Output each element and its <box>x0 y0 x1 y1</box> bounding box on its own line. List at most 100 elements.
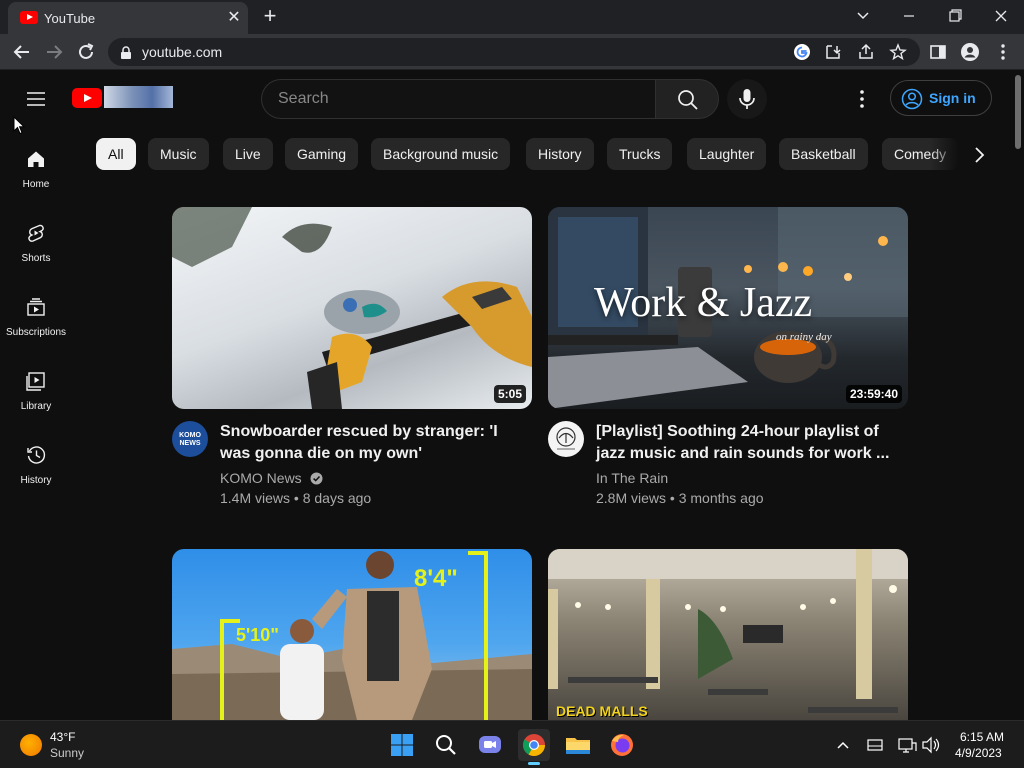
chevron-up-icon <box>837 741 849 749</box>
more-vertical-icon <box>860 90 864 108</box>
channel-name-row[interactable]: KOMO News <box>220 470 323 486</box>
taskbar-chat-button[interactable] <box>474 729 506 761</box>
hamburger-menu-icon[interactable] <box>24 89 48 109</box>
folder-icon <box>566 738 590 754</box>
search-icon <box>436 735 456 755</box>
chip-live[interactable]: Live <box>223 138 273 170</box>
dead-mall-graphic <box>548 549 908 713</box>
chip-music[interactable]: Music <box>148 138 209 170</box>
account-circle-icon <box>901 88 923 110</box>
chip-fade <box>930 127 966 183</box>
side-panel-button[interactable] <box>928 42 948 62</box>
reload-button[interactable] <box>74 40 98 64</box>
video-thumbnail[interactable]: 5:05 <box>172 207 532 409</box>
profile-button[interactable] <box>960 42 980 62</box>
chip-trucks[interactable]: Trucks <box>607 138 673 170</box>
display-icon <box>867 739 883 751</box>
thumbnail-overlay-text: 5'10" <box>236 625 279 645</box>
tray-volume-button[interactable] <box>920 731 942 759</box>
firefox-icon <box>611 734 633 756</box>
close-icon <box>995 10 1007 22</box>
address-bar[interactable]: youtube.com <box>108 38 920 66</box>
browser-tab-strip: YouTube ✕ + <box>0 0 1024 34</box>
channel-avatar[interactable]: KOMO NEWS <box>172 421 208 457</box>
windows-logo-icon <box>391 734 413 756</box>
tab-title: YouTube <box>44 11 96 26</box>
youtube-doodle-image[interactable] <box>104 86 173 108</box>
chip-bar: All Music Live Gaming Background music H… <box>0 127 960 183</box>
install-icon <box>826 45 841 59</box>
taskbar-firefox-button[interactable] <box>606 729 638 761</box>
taskbar-chrome-button[interactable] <box>518 729 550 765</box>
chip-laughter[interactable]: Laughter <box>687 138 767 170</box>
chip-all[interactable]: All <box>96 138 136 170</box>
minimize-button[interactable] <box>894 4 924 28</box>
profile-icon <box>961 43 979 61</box>
more-vertical-icon <box>1001 44 1005 60</box>
tray-display-button[interactable] <box>864 731 886 759</box>
tab-youtube[interactable]: YouTube ✕ <box>8 2 248 34</box>
video-title[interactable]: [Playlist] Soothing 24-hour playlist of … <box>596 421 896 465</box>
page-scrollbar[interactable] <box>1012 71 1024 720</box>
guide-label: History <box>20 475 52 486</box>
close-tab-button[interactable]: ✕ <box>224 8 244 28</box>
scrollbar-thumb[interactable] <box>1015 75 1021 149</box>
google-icon <box>794 44 810 60</box>
left-guide: Home Shorts Subscriptions Library Histor… <box>0 127 72 720</box>
start-button[interactable] <box>386 729 418 761</box>
weather-temperature: 43°F <box>50 730 76 744</box>
forward-button[interactable] <box>42 40 66 64</box>
video-title[interactable]: Snowboarder rescued by stranger: 'I was … <box>220 421 520 465</box>
video-thumbnail[interactable]: 8'4" 5'10" <box>172 549 532 720</box>
youtube-header: Sign in <box>0 71 1012 127</box>
minimize-icon <box>904 15 914 17</box>
bookmark-button[interactable] <box>889 43 907 61</box>
new-tab-button[interactable]: + <box>258 5 282 29</box>
snow-scene-graphic <box>172 207 532 409</box>
umbrella-logo-icon <box>556 427 576 450</box>
thumbnail-overlay-text: 8'4" <box>414 565 458 592</box>
close-window-button[interactable] <box>986 4 1016 28</box>
channel-avatar[interactable] <box>548 421 584 457</box>
chip-history[interactable]: History <box>526 138 594 170</box>
chips-next-button[interactable] <box>966 142 992 168</box>
search-box[interactable] <box>261 79 656 119</box>
sun-icon <box>20 734 42 756</box>
share-icon <box>859 43 873 59</box>
chip-background-music[interactable]: Background music <box>371 138 511 170</box>
channel-name[interactable]: In The Rain <box>596 470 668 486</box>
share-button[interactable] <box>857 43 875 61</box>
taskbar-file-explorer-button[interactable] <box>562 729 594 761</box>
back-button[interactable] <box>10 40 34 64</box>
tab-search-button[interactable] <box>848 4 878 28</box>
video-thumbnail[interactable]: DEAD MALLS <box>548 549 908 720</box>
verified-check-icon <box>310 472 323 485</box>
chip-gaming[interactable]: Gaming <box>285 138 359 170</box>
install-app-button[interactable] <box>824 43 842 61</box>
tray-network-button[interactable] <box>896 731 918 759</box>
subscriptions-icon <box>27 298 45 316</box>
search-button[interactable] <box>655 79 719 119</box>
settings-more-button[interactable] <box>850 87 874 111</box>
history-icon <box>27 446 46 464</box>
google-lens-button[interactable] <box>793 43 811 61</box>
video-thumbnail[interactable]: Work & Jazz on rainy day 23:59:40 <box>548 207 908 409</box>
reload-icon <box>79 43 94 59</box>
restore-button[interactable] <box>940 4 970 28</box>
voice-search-button[interactable] <box>727 79 767 119</box>
taskbar-search-button[interactable] <box>430 729 462 761</box>
video-duration: 5:05 <box>493 385 526 403</box>
search-icon <box>678 90 698 110</box>
youtube-logo-icon[interactable] <box>72 88 102 108</box>
guide-item-library[interactable]: Library <box>0 349 72 423</box>
guide-item-history[interactable]: History <box>0 423 72 497</box>
lock-icon <box>121 46 131 59</box>
chip-basketball[interactable]: Basketball <box>779 138 868 170</box>
guide-item-subscriptions[interactable]: Subscriptions <box>0 275 72 349</box>
active-app-indicator <box>528 762 540 765</box>
chrome-menu-button[interactable] <box>993 42 1013 62</box>
show-hidden-icons-button[interactable] <box>832 731 854 759</box>
sign-in-button[interactable]: Sign in <box>890 80 992 116</box>
guide-item-shorts[interactable]: Shorts <box>0 201 72 275</box>
search-input[interactable] <box>278 90 638 108</box>
